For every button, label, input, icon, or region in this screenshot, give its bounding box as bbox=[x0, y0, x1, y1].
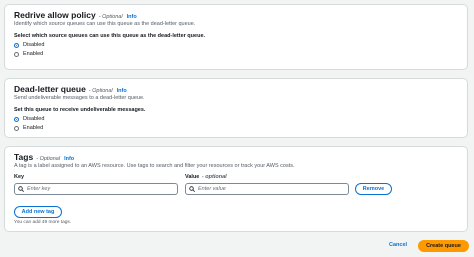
value-input[interactable] bbox=[198, 186, 328, 192]
optional-label: - Optional bbox=[36, 156, 61, 162]
info-link[interactable]: Info bbox=[117, 88, 127, 94]
dead-letter-queue-panel: Dead-letter queue - Optional Info Send u… bbox=[4, 78, 468, 138]
redrive-policy-header: Redrive allow policy - Optional Info bbox=[14, 10, 458, 20]
panel-title: Dead-letter queue bbox=[14, 84, 86, 94]
search-icon bbox=[18, 186, 24, 192]
create-queue-page: Redrive allow policy - Optional Info Ide… bbox=[0, 0, 474, 257]
tags-header: Tags - Optional Info bbox=[14, 152, 458, 162]
radio-button[interactable] bbox=[14, 51, 19, 57]
radio-button-checked[interactable] bbox=[14, 42, 19, 48]
radio-label: Disabled bbox=[23, 42, 45, 48]
radio-button[interactable] bbox=[14, 125, 19, 131]
radio-button-checked[interactable] bbox=[14, 116, 19, 122]
create-queue-button[interactable]: Create queue bbox=[418, 240, 469, 252]
optional-label: - optional bbox=[201, 174, 227, 180]
panel-title: Redrive allow policy bbox=[14, 10, 96, 20]
value-label: Value bbox=[185, 174, 200, 180]
tag-row: Key Value - optional Remove bbox=[14, 174, 458, 196]
add-new-tag-button[interactable]: Add new tag bbox=[14, 206, 62, 218]
panel-description: Identify which source queues can use thi… bbox=[14, 21, 196, 27]
field-label: Select which source queues can use this … bbox=[14, 33, 206, 39]
remove-tag-button[interactable]: Remove bbox=[355, 183, 392, 195]
radio-label: Enabled bbox=[23, 125, 44, 131]
redrive-enabled-option[interactable]: Enabled bbox=[14, 50, 458, 58]
redrive-policy-panel: Redrive allow policy - Optional Info Ide… bbox=[4, 4, 468, 70]
search-icon bbox=[189, 186, 195, 192]
panel-description: Send undeliverable messages to a dead-le… bbox=[14, 95, 145, 101]
cancel-button[interactable]: Cancel bbox=[389, 242, 407, 248]
field-label: Set this queue to receive undeliverable … bbox=[14, 107, 146, 113]
radio-label: Enabled bbox=[23, 51, 44, 57]
tags-remaining-hint: You can add 49 more tags. bbox=[14, 220, 72, 225]
value-input-box[interactable] bbox=[185, 183, 349, 195]
optional-label: - Optional bbox=[88, 88, 113, 94]
key-input-box[interactable] bbox=[14, 183, 178, 195]
panel-title: Tags bbox=[14, 152, 34, 162]
info-link[interactable]: Info bbox=[127, 14, 137, 20]
info-link[interactable]: Info bbox=[64, 156, 74, 162]
key-input[interactable] bbox=[27, 186, 157, 192]
key-label: Key bbox=[14, 174, 25, 180]
dlq-enabled-option[interactable]: Enabled bbox=[14, 124, 458, 132]
panel-description: A tag is a label assigned to an AWS reso… bbox=[14, 163, 295, 169]
radio-label: Disabled bbox=[23, 116, 45, 122]
tags-panel: Tags - Optional Info A tag is a label as… bbox=[4, 146, 468, 232]
redrive-disabled-option[interactable]: Disabled bbox=[14, 41, 458, 49]
dead-letter-queue-header: Dead-letter queue - Optional Info bbox=[14, 84, 458, 94]
dlq-disabled-option[interactable]: Disabled bbox=[14, 115, 458, 123]
value-label-group: Value - optional bbox=[185, 174, 227, 180]
optional-label: - Optional bbox=[98, 14, 123, 20]
